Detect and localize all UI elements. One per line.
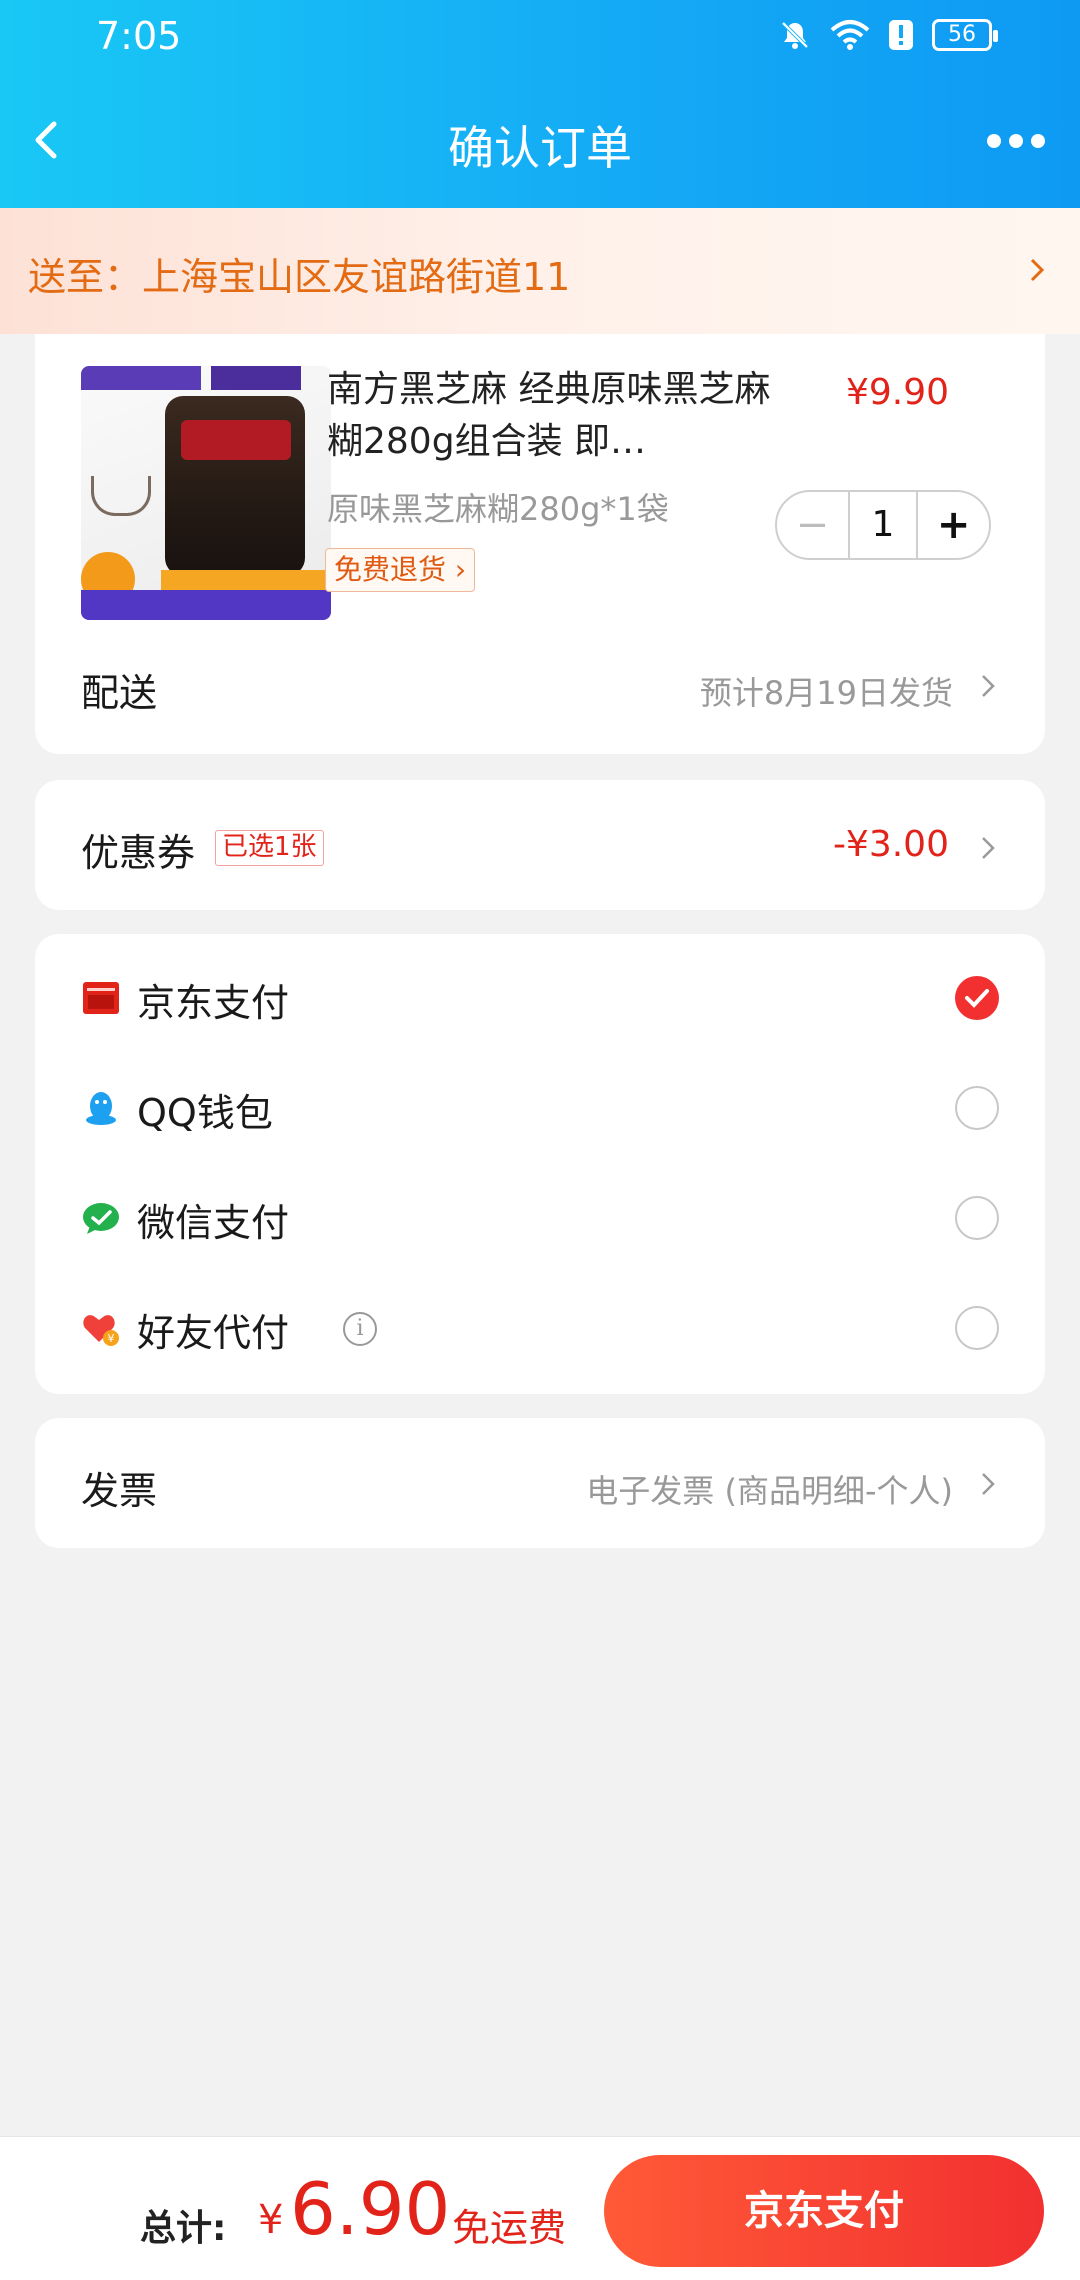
status-time: 7:05 bbox=[96, 14, 182, 58]
payment-label: QQ钱包 bbox=[137, 1091, 273, 1135]
battery-icon: 56 bbox=[932, 19, 998, 51]
coupon-amount: -¥3.00 bbox=[832, 824, 949, 865]
chevron-right-icon bbox=[982, 675, 995, 697]
payment-card: 京东支付 QQ钱包 微信支付 ¥ 好友代付 i bbox=[35, 934, 1045, 1394]
payment-option-friend-pay[interactable]: ¥ 好友代付 i bbox=[81, 1288, 999, 1368]
total-amount: 6.90 bbox=[290, 2167, 451, 2251]
svg-text:¥: ¥ bbox=[108, 1332, 115, 1345]
jd-pay-icon bbox=[83, 982, 119, 1014]
check-icon bbox=[965, 989, 989, 1008]
invoice-value: 电子发票 (商品明细-个人) bbox=[586, 1472, 953, 1510]
coupon-card[interactable]: 优惠券 已选1张 -¥3.00 bbox=[35, 780, 1045, 910]
pay-button[interactable]: 京东支付 bbox=[604, 2155, 1044, 2267]
chevron-right-icon bbox=[982, 837, 995, 859]
product-image[interactable] bbox=[81, 366, 331, 620]
payment-option-wechat[interactable]: 微信支付 bbox=[81, 1178, 999, 1258]
quantity-value[interactable]: 1 bbox=[847, 492, 919, 558]
coupon-selected-tag: 已选1张 bbox=[215, 830, 324, 866]
status-icons: 56 bbox=[778, 18, 998, 52]
wifi-icon bbox=[830, 20, 870, 50]
address-bar[interactable]: 送至：上海宝山区友谊路街道11 bbox=[0, 208, 1080, 334]
product-spec[interactable]: 原味黑芝麻糊280g*1袋 bbox=[327, 484, 669, 530]
chevron-right-icon bbox=[982, 1473, 995, 1495]
radio-unselected[interactable] bbox=[955, 1196, 999, 1240]
payment-option-jd-pay[interactable]: 京东支付 bbox=[81, 958, 999, 1038]
more-icon[interactable] bbox=[976, 116, 1056, 166]
chevron-right-icon bbox=[1030, 258, 1045, 282]
alert-icon bbox=[889, 20, 913, 50]
quantity-stepper: − 1 + bbox=[775, 490, 991, 560]
info-icon[interactable]: i bbox=[343, 1312, 377, 1346]
payment-label: 微信支付 bbox=[137, 1201, 290, 1245]
delivery-label: 配送 bbox=[81, 671, 158, 715]
page-title: 确认订单 bbox=[448, 121, 632, 175]
address-text: 送至：上海宝山区友谊路街道11 bbox=[28, 255, 571, 299]
product-card: 南方黑芝麻 经典原味黑芝麻糊280g组合装 即… ¥9.90 原味黑芝麻糊280… bbox=[35, 334, 1045, 754]
coupon-label: 优惠券 bbox=[81, 831, 196, 875]
product-name[interactable]: 南方黑芝麻 经典原味黑芝麻糊280g组合装 即… bbox=[327, 364, 777, 468]
free-return-badge[interactable]: 免费退货 › bbox=[325, 548, 476, 592]
radio-unselected[interactable] bbox=[955, 1306, 999, 1350]
header: 7:05 56 确认订单 bbox=[0, 0, 1080, 208]
payment-label: 好友代付 bbox=[137, 1311, 290, 1355]
nav-bar: 确认订单 bbox=[0, 100, 1080, 184]
friend-pay-icon: ¥ bbox=[83, 1315, 119, 1346]
payment-label: 京东支付 bbox=[137, 981, 290, 1025]
decrease-button[interactable]: − bbox=[777, 492, 848, 558]
status-bar: 7:05 56 bbox=[0, 0, 1080, 74]
wechat-icon bbox=[83, 1203, 119, 1234]
increase-button[interactable]: + bbox=[918, 492, 989, 558]
checkout-bar: 总计: ¥ 6.90 免运费 京东支付 bbox=[0, 2136, 1080, 2280]
invoice-row: 发票 电子发票 (商品明细-个人) bbox=[81, 1452, 999, 1513]
total-currency: ¥ bbox=[258, 2197, 284, 2243]
radio-unselected[interactable] bbox=[955, 1086, 999, 1130]
delivery-value: 预计8月19日发货 bbox=[699, 674, 953, 712]
total-label: 总计: bbox=[140, 2208, 227, 2249]
invoice-card[interactable]: 发票 电子发票 (商品明细-个人) bbox=[35, 1418, 1045, 1548]
radio-selected[interactable] bbox=[955, 976, 999, 1020]
shipping-note: 免运费 bbox=[452, 2206, 567, 2250]
invoice-label: 发票 bbox=[81, 1469, 158, 1513]
payment-option-qq[interactable]: QQ钱包 bbox=[81, 1068, 999, 1148]
product-price: ¥9.90 bbox=[845, 372, 949, 413]
qq-icon bbox=[86, 1092, 116, 1125]
delivery-row[interactable]: 配送 预计8月19日发货 bbox=[81, 654, 999, 715]
bell-muted-icon bbox=[781, 21, 809, 49]
